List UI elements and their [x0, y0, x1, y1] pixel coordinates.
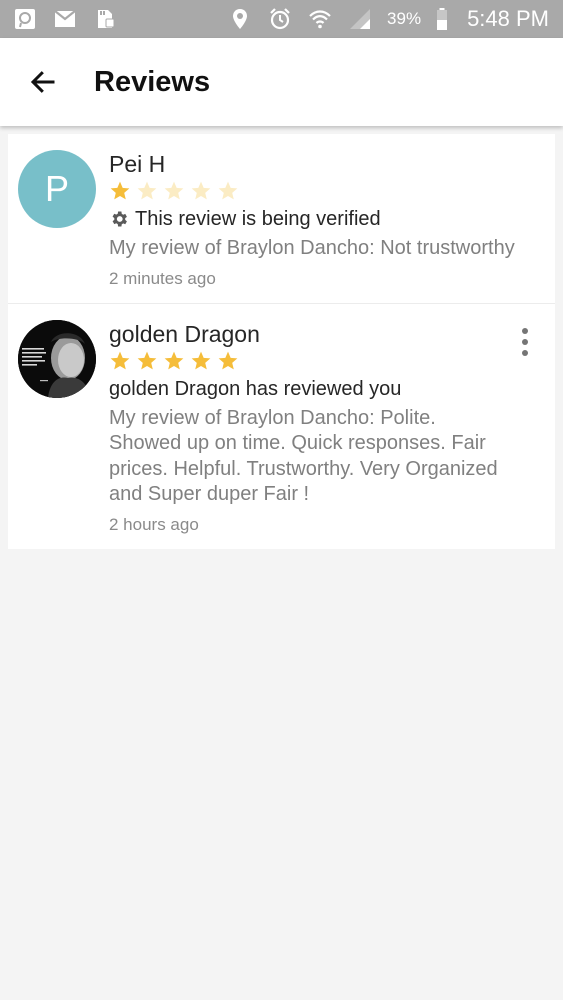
reviews-list: P Pei H This review is being verified My…: [8, 134, 555, 549]
review-text: My review of Braylon Dancho: Polite. Sho…: [109, 406, 498, 506]
review-text: My review of Braylon Dancho: Not trustwo…: [109, 237, 515, 259]
more-options-button[interactable]: [513, 324, 537, 360]
star-rating: [109, 350, 511, 372]
more-vert-icon-dot: [522, 349, 528, 356]
status-left: [12, 8, 118, 30]
review-timestamp: 2 hours ago: [109, 514, 199, 534]
avatar-initial: P: [44, 168, 69, 209]
back-button[interactable]: [8, 38, 78, 126]
review-card[interactable]: golden Dragon golden Dragon has reviewed…: [8, 304, 555, 549]
page-title: Reviews: [94, 65, 211, 98]
sd-card-icon: [92, 8, 118, 30]
battery-percent: 39%: [387, 9, 422, 28]
review-headline: This review is being verified: [109, 206, 545, 232]
battery-icon: [435, 8, 449, 30]
reviewer-name[interactable]: golden Dragon: [109, 320, 511, 348]
headline-text: golden Dragon has reviewed you: [109, 377, 402, 400]
star-filled-icon: [109, 180, 131, 202]
more-vert-icon-dot: [522, 327, 528, 334]
star-filled-icon: [217, 350, 239, 372]
clock: 5:48 PM: [467, 6, 549, 31]
wifi-icon: [307, 8, 333, 30]
star-filled-icon: [109, 350, 131, 372]
arrow-back-icon: [28, 67, 58, 97]
star-empty-icon: [217, 180, 239, 202]
star-empty-icon: [136, 180, 158, 202]
alarm-icon: [267, 8, 293, 30]
review-timestamp: 2 minutes ago: [109, 268, 216, 288]
status-right: 39% 5:48 PM: [227, 6, 549, 32]
avatar[interactable]: [18, 319, 96, 398]
star-empty-icon: [163, 180, 185, 202]
location-icon: [227, 8, 253, 30]
app-notification-icon: [12, 8, 38, 30]
star-empty-icon: [190, 180, 212, 202]
star-filled-icon: [136, 350, 158, 372]
review-body: Pei H This review is being verified My r…: [109, 150, 545, 289]
avatar[interactable]: P: [18, 150, 96, 228]
review-headline: golden Dragon has reviewed you: [109, 376, 511, 402]
gear-icon: [109, 209, 129, 229]
gmail-icon: [52, 8, 78, 30]
reviewer-name[interactable]: Pei H: [109, 150, 545, 178]
app-bar: Reviews: [0, 38, 563, 126]
more-vert-icon-dot: [522, 338, 528, 345]
headline-text: This review is being verified: [135, 208, 381, 230]
star-filled-icon: [163, 350, 185, 372]
review-body: golden Dragon golden Dragon has reviewed…: [109, 320, 545, 535]
star-rating: [109, 180, 545, 202]
review-card[interactable]: P Pei H This review is being verified My…: [8, 134, 555, 304]
profile-photo: [18, 319, 96, 398]
status-bar: 39% 5:48 PM: [0, 0, 563, 38]
star-filled-icon: [190, 350, 212, 372]
signal-icon: [347, 8, 373, 30]
